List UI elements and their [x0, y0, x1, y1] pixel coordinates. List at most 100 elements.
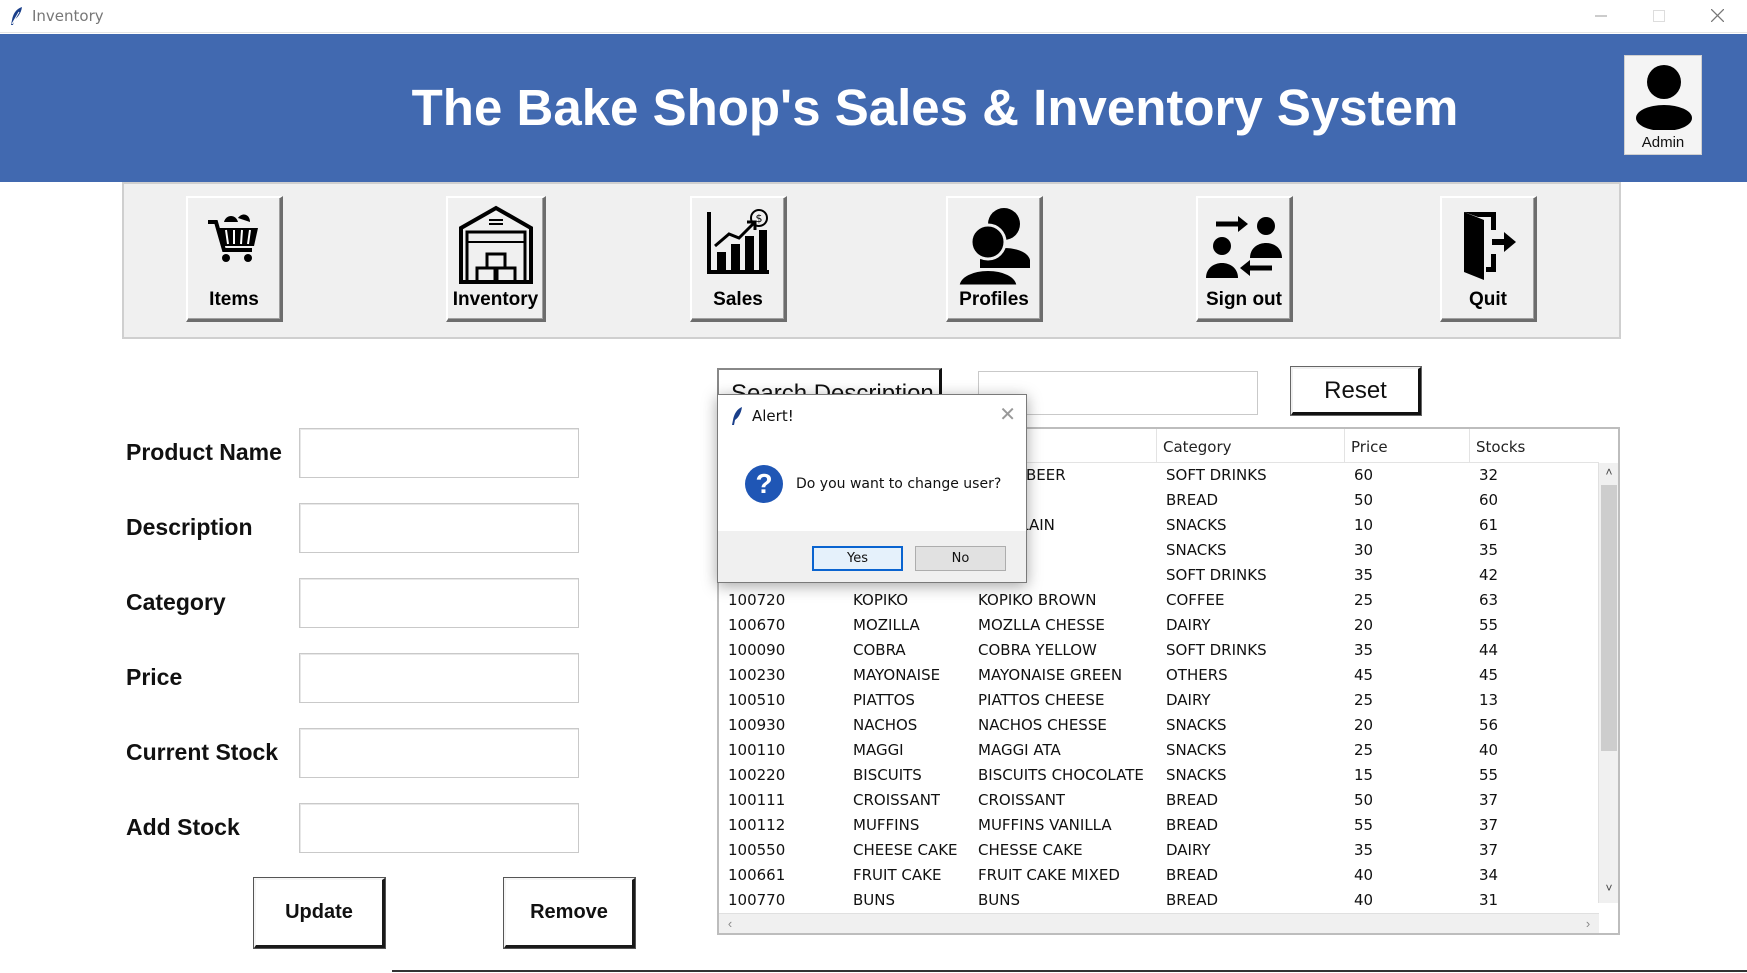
- table-row[interactable]: 100110 MAGGI MAGGI ATA SNACKS 25 40: [719, 738, 1599, 763]
- cell-stocks: 45: [1479, 666, 1499, 684]
- cell-stocks: 44: [1479, 641, 1499, 659]
- cell-price: 35: [1354, 566, 1374, 584]
- quit-button[interactable]: Quit: [1440, 196, 1537, 322]
- cell-price: 25: [1354, 591, 1374, 609]
- maximize-button[interactable]: [1630, 0, 1688, 31]
- sign-out-button[interactable]: Sign out: [1196, 196, 1293, 322]
- cell-product-id: 100510: [728, 691, 786, 709]
- dialog-message: Do you want to change user?: [796, 476, 1002, 492]
- scrollbar-thumb[interactable]: [1601, 485, 1617, 751]
- cell-category: DAIRY: [1166, 841, 1211, 859]
- cell-description: MAGGI ATA: [978, 741, 1061, 759]
- cell-category: COFFEE: [1166, 591, 1225, 609]
- table-row[interactable]: 100670 MOZILLA MOZLLA CHESSE DAIRY 20 55: [719, 613, 1599, 638]
- description-input[interactable]: [299, 503, 579, 553]
- cell-stocks: 31: [1479, 891, 1499, 909]
- table-row[interactable]: 100090 COBRA COBRA YELLOW SOFT DRINKS 35 44: [719, 638, 1599, 663]
- cell-product-id: 100111: [728, 791, 786, 809]
- quit-label: Quit: [1469, 289, 1507, 310]
- scroll-right-icon[interactable]: ›: [1579, 916, 1597, 931]
- question-icon: ?: [745, 465, 783, 503]
- cell-product-id: 100110: [728, 741, 786, 759]
- close-icon: [1710, 9, 1724, 22]
- vertical-scrollbar[interactable]: ˄ ˅: [1598, 463, 1618, 903]
- profiles-button[interactable]: Profiles: [946, 196, 1043, 322]
- table-row[interactable]: 100770 BUNS BUNS BREAD 40 31: [719, 888, 1599, 913]
- scroll-down-icon[interactable]: ˅: [1599, 881, 1619, 899]
- table-row[interactable]: 100220 BISCUITS BISCUITS CHOCOLATE SNACKS 15…: [719, 763, 1599, 788]
- cell-category: SNACKS: [1166, 766, 1227, 784]
- items-button[interactable]: Items: [186, 196, 283, 322]
- current-stock-input[interactable]: [299, 728, 579, 778]
- close-button[interactable]: [1688, 0, 1746, 31]
- table-row[interactable]: 100230 MAYONAISE MAYONAISE GREEN OTHERS 45 45: [719, 663, 1599, 688]
- exit-door-icon: [1464, 212, 1516, 280]
- cell-description: MAYONAISE GREEN: [978, 666, 1123, 684]
- maximize-icon: [1653, 9, 1665, 22]
- cell-product-name: MAGGI: [853, 741, 904, 759]
- cell-price: 60: [1354, 466, 1374, 484]
- dialog-close-icon[interactable]: ✕: [999, 402, 1016, 427]
- no-button[interactable]: No: [915, 546, 1006, 571]
- sales-button[interactable]: $ Sales: [690, 196, 787, 322]
- cell-product-id: 100230: [728, 666, 786, 684]
- category-input[interactable]: [299, 578, 579, 628]
- cell-category: SOFT DRINKS: [1166, 641, 1267, 659]
- window-title: Inventory: [32, 7, 104, 25]
- items-label: Items: [209, 289, 259, 310]
- minimize-button[interactable]: [1572, 0, 1630, 31]
- cell-description: CROISSANT: [978, 791, 1066, 809]
- table-row[interactable]: 100111 CROISSANT CROISSANT BREAD 50 37: [719, 788, 1599, 813]
- cell-price: 35: [1354, 641, 1374, 659]
- table-row[interactable]: 100510 PIATTOS PIATTOS CHEESE DAIRY 25 13: [719, 688, 1599, 713]
- user-profile-button[interactable]: Admin: [1624, 55, 1702, 155]
- cell-category: DAIRY: [1166, 691, 1211, 709]
- add-stock-input[interactable]: [299, 803, 579, 853]
- cell-stocks: 42: [1479, 566, 1499, 584]
- main-toolbar: Items Inventory $ Sales Profiles Sign ou…: [122, 182, 1621, 339]
- remove-button[interactable]: Remove: [503, 877, 636, 949]
- cell-category: BREAD: [1166, 791, 1219, 809]
- cell-stocks: 56: [1479, 716, 1499, 734]
- column-header-stocks[interactable]: Stocks: [1470, 429, 1599, 463]
- table-row[interactable]: 100550 CHEESE CAKE CHESSE CAKE DAIRY 35 37: [719, 838, 1599, 863]
- inventory-button[interactable]: Inventory: [446, 196, 546, 322]
- cell-stocks: 63: [1479, 591, 1499, 609]
- cell-category: BREAD: [1166, 816, 1219, 834]
- cell-stocks: 55: [1479, 766, 1499, 784]
- table-row[interactable]: 100661 FRUIT CAKE FRUIT CAKE MIXED BREAD 40 3…: [719, 863, 1599, 888]
- cell-category: SNACKS: [1166, 516, 1227, 534]
- cell-category: SNACKS: [1166, 741, 1227, 759]
- scroll-up-icon[interactable]: ˄: [1599, 465, 1619, 483]
- cell-category: SOFT DRINKS: [1166, 566, 1267, 584]
- column-header-category[interactable]: Category: [1157, 429, 1345, 463]
- cell-stocks: 34: [1479, 866, 1499, 884]
- cell-price: 25: [1354, 691, 1374, 709]
- table-row[interactable]: 100720 KOPIKO KOPIKO BROWN COFFEE 25 63: [719, 588, 1599, 613]
- cell-description: BISCUITS CHOCOLATE: [978, 766, 1144, 784]
- price-input[interactable]: [299, 653, 579, 703]
- update-button[interactable]: Update: [253, 877, 386, 949]
- svg-text:$: $: [756, 212, 763, 225]
- table-row[interactable]: 100112 MUFFINS MUFFINS VANILLA BREAD 55 37: [719, 813, 1599, 838]
- cell-stocks: 35: [1479, 541, 1499, 559]
- cell-category: OTHERS: [1166, 666, 1228, 684]
- dialog-title: Alert!: [752, 407, 794, 425]
- description-label: Description: [126, 514, 253, 540]
- column-header-price[interactable]: Price: [1345, 429, 1470, 463]
- cell-stocks: 60: [1479, 491, 1499, 509]
- product-name-label: Product Name: [126, 439, 282, 465]
- cell-product-name: COBRA: [853, 641, 906, 659]
- reset-button[interactable]: Reset: [1290, 366, 1422, 416]
- scroll-left-icon[interactable]: ‹: [721, 916, 739, 931]
- switch-user-icon: [1206, 216, 1282, 278]
- table-row[interactable]: 100930 NACHOS NACHOS CHESSE SNACKS 20 56: [719, 713, 1599, 738]
- cell-product-name: KOPIKO: [853, 591, 909, 609]
- yes-button[interactable]: Yes: [812, 546, 903, 571]
- product-name-input[interactable]: [299, 428, 579, 478]
- horizontal-scrollbar[interactable]: ‹ ›: [719, 913, 1599, 933]
- feather-icon: [732, 407, 742, 425]
- inventory-label: Inventory: [452, 289, 539, 310]
- cell-stocks: 32: [1479, 466, 1499, 484]
- cell-price: 20: [1354, 616, 1374, 634]
